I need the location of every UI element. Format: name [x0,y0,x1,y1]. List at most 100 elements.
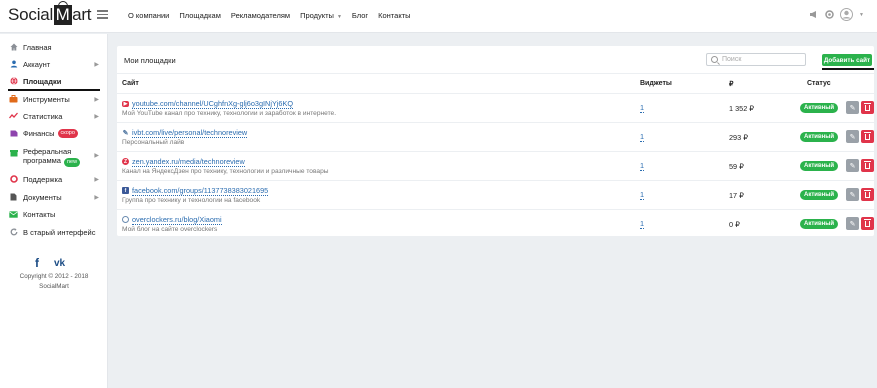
facebook-icon: f [122,187,129,194]
logo-text-part2: art [72,5,92,24]
sidebar-item-label: Главная [23,42,52,52]
sidebar-item-contacts[interactable]: Контакты [0,206,108,222]
user-icon [9,60,18,69]
widgets-count-link[interactable]: 1 [640,191,645,200]
nav-products[interactable]: Продукты ▼ [300,11,342,20]
search-icon [711,56,718,63]
yandex-zen-icon: Z [122,158,129,165]
site-url-link[interactable]: facebook.com/groups/1137738383021695 [132,186,269,196]
sidebar-item-documents[interactable]: Документы ▶ [0,189,108,205]
nav-about[interactable]: О компании [128,11,169,20]
site-description: Мой YouTube канал про технику, технологи… [122,110,337,117]
pencil-icon[interactable]: ✎ [846,217,859,230]
globe-icon [122,216,129,223]
sidebar-item-home[interactable]: Главная [0,39,108,55]
logo-bag-letter: M [53,1,72,25]
trash-icon[interactable] [861,130,874,143]
chevron-right-icon: ▶ [94,113,99,120]
site-price: 1 352 ₽ [729,104,754,113]
sidebar-item-label: Инструменты [23,94,70,104]
site-description: Мой блог на сайте overclockers [122,226,218,233]
menu-toggle-icon[interactable] [97,10,108,19]
add-site-button[interactable]: Добавить сайт [822,54,872,66]
chevron-down-icon[interactable]: ▼ [859,12,864,18]
copyright: Copyright © 2012 - 2018 SocialMart [0,272,108,291]
widgets-count-link[interactable]: 1 [640,220,645,229]
page-title: Мои площадки [124,56,176,65]
sidebar-item-statistics[interactable]: Статистика ▶ [0,108,108,124]
status-badge: Активный [800,161,839,171]
sidebar-item-label: Статистика [23,111,63,121]
pencil-icon[interactable]: ✎ [846,130,859,143]
site-description: Персональный лайв [122,139,185,146]
column-site[interactable]: Сайт [122,80,139,87]
trash-icon[interactable] [861,217,874,230]
widgets-count-link[interactable]: 1 [640,133,645,142]
sidebar-item-label: Финансы [23,128,55,138]
sites-card: Мои площадки Добавить сайт Сайт Виджеты … [117,46,874,236]
table-row: ▶ youtube.com/channel/UCghfnXg-glj6o3gIN… [117,94,874,123]
nav-products-label: Продукты [300,11,334,20]
widgets-count-link[interactable]: 1 [640,104,645,113]
chevron-right-icon: ▶ [94,96,99,103]
sidebar-item-label: Поддержка [23,174,63,184]
sidebar-item-referral[interactable]: Реферальная программа new ▶ [0,144,108,167]
top-navigation: О компании Площадкам Рекламодателям Прод… [128,11,411,20]
document-icon [9,193,18,202]
trash-icon[interactable] [861,159,874,172]
social-links: f vk [35,256,65,270]
trash-icon[interactable] [861,188,874,201]
table-header: Сайт Виджеты ₽ Статус [117,73,874,94]
add-button-underline [822,68,874,70]
sidebar-item-finance[interactable]: Финансы скоро [0,125,108,141]
trash-icon[interactable] [861,101,874,114]
status-badge: Активный [800,103,839,113]
globe-icon [9,77,18,86]
copyright-line1: Copyright © 2012 - 2018 [19,273,89,280]
site-url-link[interactable]: zen.yandex.ru/media/technoreview [132,157,245,167]
pencil-icon[interactable]: ✎ [846,188,859,201]
site-url-link[interactable]: overclockers.ru/blog/Xiaomi [132,215,222,225]
sidebar-item-label: Площадки [23,76,62,86]
chevron-down-icon: ▼ [336,14,342,20]
sidebar-item-account[interactable]: Аккаунт ▶ [0,56,108,72]
nav-publishers[interactable]: Площадкам [179,11,221,20]
referral-label-line2: программа [23,155,61,165]
lifebuoy-icon [9,175,18,184]
column-price[interactable]: ₽ [729,80,733,88]
column-status[interactable]: Статус [807,80,831,87]
sidebar-item-label: В старый интерфейс [23,227,96,237]
nav-blog[interactable]: Блог [352,11,368,20]
site-url-link[interactable]: youtube.com/channel/UCghfnXg-glj6o3gINjY… [132,99,294,109]
sidebar-item-support[interactable]: Поддержка ▶ [0,171,108,187]
column-widgets[interactable]: Виджеты [640,80,672,87]
refresh-icon [9,228,18,237]
site-url-link[interactable]: ivbt.com/live/personal/technoreview [132,128,248,138]
nav-advertisers[interactable]: Рекламодателям [231,11,290,20]
facebook-icon[interactable]: f [35,256,39,270]
user-avatar-icon[interactable] [840,8,854,21]
pencil-icon[interactable]: ✎ [846,159,859,172]
search-box[interactable] [706,53,806,66]
table-row: f facebook.com/groups/1137738383021695 Г… [117,181,874,210]
megaphone-icon[interactable] [809,10,819,19]
sidebar-item-sites[interactable]: Площадки [0,73,108,89]
sidebar-item-old-interface[interactable]: В старый интерфейс [0,224,108,240]
sidebar: Главная Аккаунт ▶ Площадки Инструменты ▶… [0,34,108,388]
mail-icon [9,210,18,219]
pencil-icon[interactable]: ✎ [846,101,859,114]
table-row: overclockers.ru/blog/Xiaomi Мой блог на … [117,210,874,239]
logo[interactable]: Social Mart [8,1,92,27]
widgets-count-link[interactable]: 1 [640,162,645,171]
search-input[interactable] [722,56,802,63]
status-badge: Активный [800,219,839,229]
chevron-right-icon: ▶ [94,153,99,159]
lifebuoy-icon[interactable] [825,10,834,19]
site-price: 59 ₽ [729,162,744,171]
nav-contacts[interactable]: Контакты [378,11,410,20]
site-description: Группа про технику и технологии на faceb… [122,197,261,204]
vk-icon[interactable]: vk [54,258,65,270]
sidebar-item-tools[interactable]: Инструменты ▶ [0,91,108,107]
logo-text-part1: Social [8,5,54,24]
sidebar-item-label: Документы [23,192,62,202]
